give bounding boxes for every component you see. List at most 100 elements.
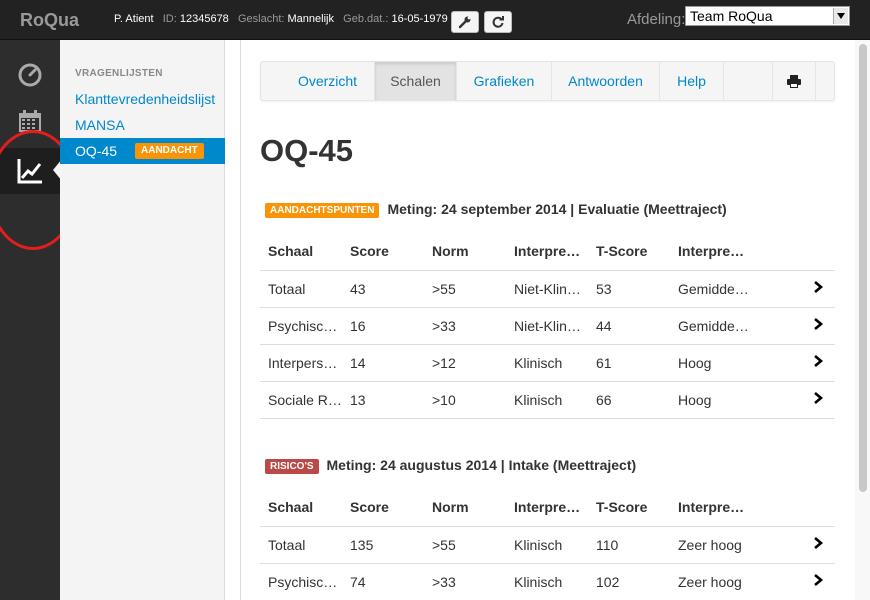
column-header bbox=[770, 489, 835, 527]
cell-scale: Psychisc… bbox=[260, 563, 342, 600]
chevron-right-icon bbox=[814, 355, 824, 367]
column-header[interactable]: Schaal bbox=[260, 489, 342, 527]
cell-score: 135 bbox=[342, 526, 424, 564]
column-header[interactable]: Norm bbox=[424, 489, 506, 527]
column-header[interactable]: T-Score bbox=[588, 233, 670, 271]
cell-scale: Psychisc… bbox=[260, 307, 342, 345]
cell-tscore: 110 bbox=[588, 526, 670, 564]
settings-button[interactable] bbox=[451, 11, 479, 33]
row-detail-link[interactable] bbox=[770, 307, 835, 345]
cell-t-interpretation: Zeer hoog bbox=[670, 526, 770, 564]
rail-item-dashboard[interactable] bbox=[0, 52, 60, 98]
row-detail-link[interactable] bbox=[770, 526, 835, 564]
column-header bbox=[770, 233, 835, 271]
page-title: OQ-45 bbox=[260, 133, 354, 168]
table-row[interactable]: Interpers… 14 >12 Klinisch 61 Hoog bbox=[260, 344, 835, 382]
tab-help[interactable]: Help bbox=[660, 62, 724, 100]
tab-answers[interactable]: Antwoorden bbox=[552, 62, 660, 100]
cell-norm: >12 bbox=[424, 344, 506, 382]
column-header[interactable]: T-Score bbox=[588, 489, 670, 527]
sidebar-item-klanttevredenheidslijst[interactable]: Klanttevredenheidslijst bbox=[60, 86, 225, 112]
dob-label: Geb.dat.: bbox=[343, 13, 389, 25]
chevron-right-icon bbox=[814, 574, 824, 586]
dob-value: 16-05-1979 bbox=[391, 13, 448, 25]
brand-logo[interactable]: RoQua bbox=[20, 10, 79, 31]
column-header[interactable]: Score bbox=[342, 489, 424, 527]
column-header[interactable]: Interpre… bbox=[506, 233, 588, 271]
gender-value: Mannelijk bbox=[287, 13, 334, 25]
cell-scale: Interpers… bbox=[260, 344, 342, 382]
cell-tscore: 102 bbox=[588, 563, 670, 600]
patient-name: P. Atient bbox=[114, 13, 154, 25]
top-navbar: RoQua P. Atient ID: 12345678 Geslacht: M… bbox=[0, 0, 870, 40]
column-header[interactable]: Score bbox=[342, 233, 424, 271]
sidebar-item-label: OQ-45 bbox=[75, 143, 118, 159]
cell-score: 16 bbox=[342, 307, 424, 345]
tab-bar: Overzicht Schalen Grafieken Antwoorden H… bbox=[260, 61, 835, 101]
scores-table: Schaal Score Norm Interpre… T-Score Inte… bbox=[260, 233, 835, 419]
tab-charts[interactable]: Grafieken bbox=[457, 62, 552, 100]
chevron-right-icon bbox=[814, 318, 824, 330]
row-detail-link[interactable] bbox=[770, 270, 835, 308]
sidebar-item-mansa[interactable]: MANSA bbox=[60, 112, 225, 138]
patient-id-label: ID: bbox=[162, 13, 177, 25]
cell-interpretation: Niet-Klin… bbox=[506, 307, 588, 345]
attention-badge: AANDACHT bbox=[135, 143, 204, 159]
cell-tscore: 61 bbox=[588, 344, 670, 382]
print-icon bbox=[787, 74, 801, 88]
print-button[interactable] bbox=[772, 62, 816, 100]
column-header[interactable]: Norm bbox=[424, 233, 506, 271]
cell-interpretation: Klinisch bbox=[506, 381, 588, 419]
table-row[interactable]: Totaal 43 >55 Niet-Klin… 53 Gemidde… bbox=[260, 270, 835, 308]
row-detail-link[interactable] bbox=[770, 381, 835, 419]
cell-tscore: 66 bbox=[588, 381, 670, 419]
column-header[interactable]: Schaal bbox=[260, 233, 342, 271]
chevron-right-icon bbox=[814, 392, 824, 404]
icon-sidebar bbox=[0, 40, 78, 600]
row-detail-link[interactable] bbox=[770, 344, 835, 382]
department-select[interactable]: Team RoQua bbox=[685, 6, 850, 26]
table-row[interactable]: Psychisc… 74 >33 Klinisch 102 Zeer hoog bbox=[260, 563, 835, 600]
cell-t-interpretation: Zeer hoog bbox=[670, 563, 770, 600]
measurement-title: Meting: 24 augustus 2014 | Intake (Meett… bbox=[326, 457, 637, 473]
cell-scale: Totaal bbox=[260, 270, 342, 308]
department-label: Afdeling: bbox=[627, 11, 686, 28]
cell-score: 13 bbox=[342, 381, 424, 419]
cell-norm: >33 bbox=[424, 307, 506, 345]
cell-scale: Sociale R… bbox=[260, 381, 342, 419]
column-header[interactable]: Interpre… bbox=[670, 233, 770, 271]
cell-score: 14 bbox=[342, 344, 424, 382]
row-detail-link[interactable] bbox=[770, 563, 835, 600]
scrollbar-thumb[interactable] bbox=[859, 44, 867, 492]
wrench-icon bbox=[458, 16, 471, 29]
table-row[interactable]: Totaal 135 >55 Klinisch 110 Zeer hoog bbox=[260, 526, 835, 564]
tab-overview[interactable]: Overzicht bbox=[281, 62, 375, 100]
cell-tscore: 53 bbox=[588, 270, 670, 308]
chevron-right-icon bbox=[814, 537, 824, 549]
questionnaire-sidebar: VRAGENLIJSTEN Klanttevredenheidslijst MA… bbox=[60, 40, 225, 600]
measurement-title: Meting: 24 september 2014 | Evaluatie (M… bbox=[387, 201, 727, 217]
chevron-down-icon bbox=[833, 8, 848, 24]
measurement-heading: RISICO'S Meting: 24 augustus 2014 | Intak… bbox=[265, 457, 636, 474]
gender-label: Geslacht: bbox=[237, 13, 285, 25]
cell-tscore: 44 bbox=[588, 307, 670, 345]
cell-t-interpretation: Gemidde… bbox=[670, 270, 770, 308]
sidebar-heading: VRAGENLIJSTEN bbox=[75, 68, 163, 79]
cell-norm: >33 bbox=[424, 563, 506, 600]
scores-table: Schaal Score Norm Interpre… T-Score Inte… bbox=[260, 489, 835, 600]
risk-label: RISICO'S bbox=[265, 459, 319, 474]
table-row[interactable]: Psychisc… 16 >33 Niet-Klin… 44 Gemidde… bbox=[260, 307, 835, 345]
tab-scales[interactable]: Schalen bbox=[375, 62, 457, 100]
sidebar-item-oq45[interactable]: OQ-45 AANDACHT bbox=[60, 138, 225, 164]
cell-interpretation: Klinisch bbox=[506, 526, 588, 564]
cell-norm: >55 bbox=[424, 526, 506, 564]
column-header[interactable]: Interpre… bbox=[506, 489, 588, 527]
cell-norm: >55 bbox=[424, 270, 506, 308]
column-header[interactable]: Interpre… bbox=[670, 489, 770, 527]
refresh-button[interactable] bbox=[484, 11, 512, 33]
table-row[interactable]: Sociale R… 13 >10 Klinisch 66 Hoog bbox=[260, 381, 835, 419]
cell-interpretation: Niet-Klin… bbox=[506, 270, 588, 308]
cell-score: 43 bbox=[342, 270, 424, 308]
cell-interpretation: Klinisch bbox=[506, 563, 588, 600]
attention-label: AANDACHTSPUNTEN bbox=[265, 203, 380, 218]
